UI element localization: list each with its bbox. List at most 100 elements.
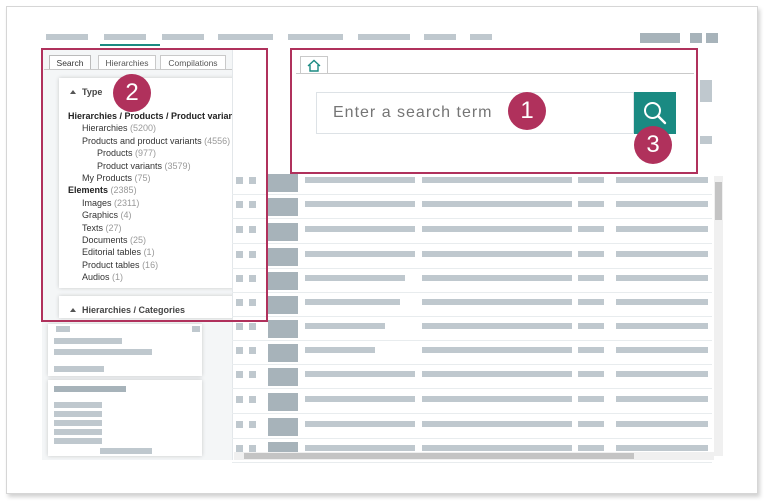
vertical-scrollbar-thumb[interactable] <box>715 182 722 220</box>
placeholder-line <box>54 438 102 444</box>
placeholder-block <box>700 80 712 102</box>
row-cell <box>616 201 708 207</box>
row-cell <box>616 251 708 257</box>
placeholder-line <box>54 420 102 426</box>
placeholder-line <box>192 326 200 332</box>
row-checkbox <box>236 323 243 330</box>
nav-item-3[interactable] <box>162 34 204 40</box>
row-cell <box>305 445 415 451</box>
row-cell <box>616 275 708 281</box>
nav-item-8[interactable] <box>470 34 492 40</box>
row-cell <box>616 371 708 377</box>
placeholder-line <box>54 338 122 344</box>
callout-badge-2: 2 <box>113 74 151 112</box>
row-checkbox <box>236 421 243 428</box>
row-checkbox <box>249 396 256 403</box>
row-cell <box>578 251 604 257</box>
row-thumbnail <box>268 174 298 192</box>
nav-active-underline <box>100 44 160 46</box>
table-row-divider <box>232 462 712 463</box>
row-cell <box>305 201 415 207</box>
placeholder-line <box>54 349 152 355</box>
row-thumbnail <box>268 223 298 241</box>
callout-badge-3: 3 <box>634 126 672 164</box>
row-checkbox <box>249 323 256 330</box>
row-cell <box>422 299 572 305</box>
row-cell <box>422 347 572 353</box>
row-checkbox <box>249 371 256 378</box>
row-cell <box>578 201 604 207</box>
row-checkbox <box>236 396 243 403</box>
nav-user-block[interactable] <box>640 33 680 43</box>
table-row-divider <box>232 268 712 269</box>
nav-item-5[interactable] <box>288 34 343 40</box>
row-cell <box>422 421 572 427</box>
row-thumbnail <box>268 418 298 436</box>
nav-icon-b[interactable] <box>706 33 718 43</box>
row-cell <box>422 251 572 257</box>
row-cell <box>305 323 385 329</box>
placeholder-line <box>54 411 102 417</box>
nav-item-7[interactable] <box>424 34 456 40</box>
nav-icon-a[interactable] <box>690 33 702 43</box>
nav-item-6[interactable] <box>358 34 410 40</box>
row-cell <box>616 396 708 402</box>
placeholder-line <box>100 448 152 454</box>
row-cell <box>578 421 604 427</box>
table-row-divider <box>232 243 712 244</box>
row-thumbnail <box>268 320 298 338</box>
row-thumbnail <box>268 368 298 386</box>
row-cell <box>578 226 604 232</box>
nav-item-1[interactable] <box>46 34 88 40</box>
row-thumbnail <box>268 296 298 314</box>
row-cell <box>616 299 708 305</box>
row-cell <box>422 396 572 402</box>
row-cell <box>305 396 415 402</box>
placeholder-line <box>54 429 102 435</box>
row-cell <box>305 347 375 353</box>
placeholder-line <box>54 386 126 392</box>
row-cell <box>305 299 400 305</box>
row-cell <box>616 347 708 353</box>
row-checkbox <box>236 445 243 452</box>
row-cell <box>616 323 708 329</box>
callout-badge-1: 1 <box>508 92 546 130</box>
table-row-divider <box>232 316 712 317</box>
placeholder-line <box>54 402 102 408</box>
row-cell <box>578 396 604 402</box>
nav-item-4[interactable] <box>218 34 273 40</box>
table-row-divider <box>232 364 712 365</box>
row-cell <box>578 275 604 281</box>
highlight-left-panel <box>41 48 268 322</box>
row-cell <box>422 177 572 183</box>
row-cell <box>616 445 708 451</box>
row-cell <box>305 371 415 377</box>
row-checkbox <box>236 371 243 378</box>
row-checkbox <box>249 347 256 354</box>
placeholder-line <box>56 326 70 332</box>
row-thumbnail <box>268 272 298 290</box>
row-cell <box>305 251 415 257</box>
row-thumbnail <box>268 344 298 362</box>
table-row-divider <box>232 438 712 439</box>
row-cell <box>578 177 604 183</box>
row-cell <box>422 371 572 377</box>
row-checkbox <box>249 421 256 428</box>
row-checkbox <box>236 347 243 354</box>
row-cell <box>422 201 572 207</box>
placeholder-block <box>700 136 712 144</box>
row-cell <box>616 226 708 232</box>
horizontal-scrollbar-thumb[interactable] <box>244 453 634 459</box>
row-cell <box>422 445 572 451</box>
row-cell <box>305 421 415 427</box>
row-cell <box>616 177 708 183</box>
nav-item-2[interactable] <box>104 34 146 40</box>
row-cell <box>616 421 708 427</box>
table-row-divider <box>232 388 712 389</box>
row-cell <box>578 347 604 353</box>
table-row-divider <box>232 413 712 414</box>
row-cell <box>578 299 604 305</box>
row-thumbnail <box>268 248 298 266</box>
row-cell <box>578 323 604 329</box>
row-cell <box>422 323 572 329</box>
